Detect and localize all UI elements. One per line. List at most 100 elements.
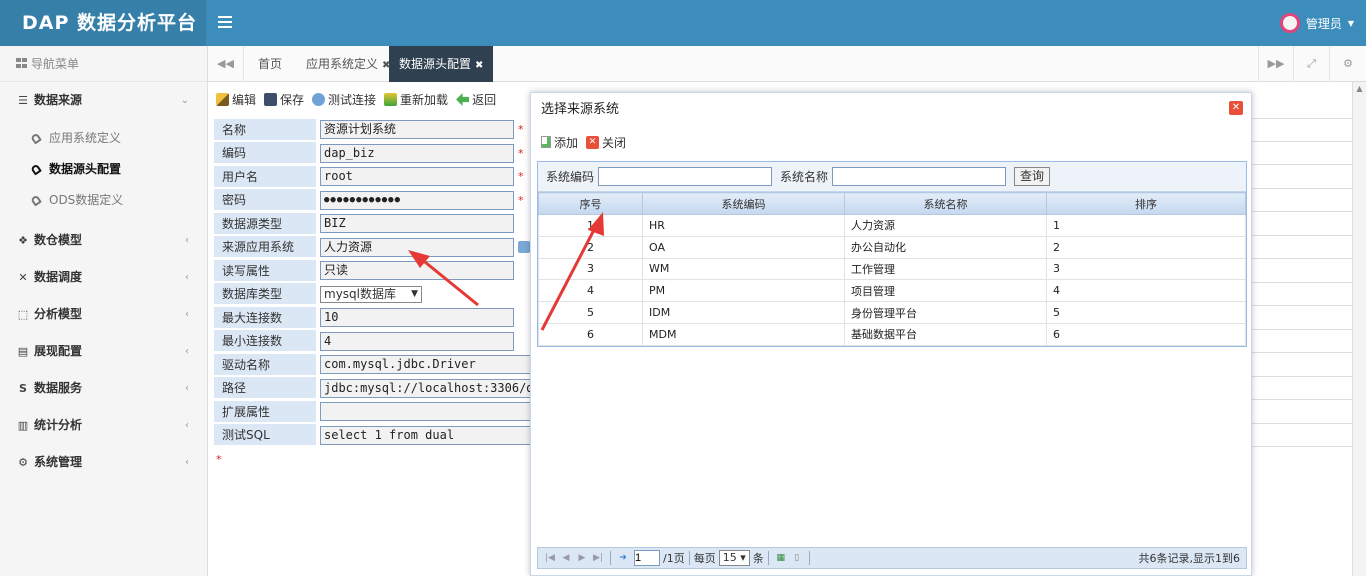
refresh-icon	[312, 93, 326, 106]
field-label: 驱动名称	[214, 353, 316, 376]
tab-app-system[interactable]: 应用系统定义 ✖	[296, 46, 400, 82]
tabs-scroll-right-icon[interactable]: ▶▶	[1258, 46, 1294, 82]
go-arrow-icon[interactable]: ➜	[615, 553, 631, 563]
sidebar-item-statistics[interactable]: ▥ 统计分析 ‹	[0, 407, 207, 444]
select-source-system-dialog: 选择来源系统 ✕ 添加 ✕ 关闭 系统编码 系统名称 查询 序号 系统编码 系统名…	[530, 92, 1252, 576]
sidebar-item-display-config[interactable]: ▤ 展现配置 ‹	[0, 333, 207, 370]
sidebar-item-data-service[interactable]: S 数据服务 ‹	[0, 370, 207, 407]
extension-field[interactable]	[320, 402, 534, 422]
table-row[interactable]: 2 OA 办公自动化 2	[538, 235, 1246, 259]
table-header-row: 序号 系统编码 系统名称 排序	[538, 192, 1246, 215]
user-menu[interactable]: 管理员 ▼	[1279, 0, 1354, 46]
cell-order: 2	[1046, 235, 1246, 259]
chevron-left-icon: ‹	[185, 346, 189, 357]
scrollbar[interactable]: ▲	[1352, 82, 1366, 576]
document-icon[interactable]: ▯	[789, 553, 805, 563]
page-number-input[interactable]	[634, 550, 660, 566]
sidebar-item-analysis-model[interactable]: ⬚ 分析模型 ‹	[0, 296, 207, 333]
table-row[interactable]: 3 WM 工作管理 3	[538, 257, 1246, 281]
form-row-code: 编码 dap_biz *	[214, 142, 544, 166]
dialog-title: 选择来源系统	[541, 102, 620, 117]
column-header[interactable]: 系统编码	[642, 192, 845, 215]
cell-order: 5	[1046, 301, 1246, 324]
close-icon: ✕	[586, 135, 600, 149]
source-system-field[interactable]: 人力资源	[320, 237, 514, 257]
add-button[interactable]: 添加	[541, 134, 578, 151]
fullscreen-icon[interactable]: ⤢	[1294, 46, 1330, 82]
test-connection-button[interactable]: 测试连接	[312, 91, 376, 108]
gear-icon[interactable]: ⚙	[1330, 46, 1366, 82]
read-write-field[interactable]: 只读	[320, 261, 514, 281]
save-button[interactable]: 保存	[264, 91, 304, 108]
db-type-select[interactable]: mysql数据库 ▼	[320, 285, 422, 303]
query-button[interactable]: 查询	[1014, 167, 1051, 186]
table-row[interactable]: 5 IDM 身份管理平台 5	[538, 301, 1246, 324]
chevron-left-icon: ‹	[185, 235, 189, 246]
sidebar-subitem-app-system[interactable]: 应用系统定义	[0, 123, 207, 154]
sidebar-item-warehouse[interactable]: ❖ 数仓模型 ‹	[0, 222, 207, 259]
cell-order: 1	[1046, 214, 1246, 237]
code-field[interactable]: dap_biz	[320, 143, 514, 163]
cell-index: 4	[538, 279, 643, 303]
nav-title: 导航菜单	[31, 57, 80, 71]
back-button[interactable]: 返回	[456, 91, 496, 108]
lookup-icon[interactable]	[518, 241, 530, 254]
system-code-input[interactable]	[598, 167, 773, 186]
password-field[interactable]: ●●●●●●●●●●●●	[320, 190, 514, 210]
column-header[interactable]: 系统名称	[844, 192, 1047, 215]
system-name-input[interactable]	[832, 167, 1007, 186]
driver-field[interactable]: com.mysql.jdbc.Driver	[320, 355, 534, 375]
shuffle-icon: ✕	[18, 271, 28, 284]
sidebar-item-scheduling[interactable]: ✕ 数据调度 ‹	[0, 259, 207, 296]
test-label: 测试连接	[328, 93, 377, 107]
tabs-scroll-left-icon[interactable]: ◀◀	[208, 46, 244, 82]
export-excel-icon[interactable]: ▦	[773, 553, 789, 563]
table-row[interactable]: 6 MDM 基础数据平台 6	[538, 322, 1246, 346]
name-field[interactable]: 资源计划系统	[320, 120, 514, 140]
scroll-up-icon[interactable]: ▲	[1353, 82, 1366, 96]
sidebar-item-data-source[interactable]: ☰ 数据来源 ⌄	[0, 82, 207, 119]
per-page-select[interactable]: 15 ▾	[718, 550, 750, 566]
sidebar-item-system[interactable]: ⚙ 系统管理 ‹	[0, 444, 207, 481]
datasource-type-field[interactable]: BIZ	[320, 214, 514, 234]
table-row[interactable]: 1 HR 人力资源 1	[538, 214, 1246, 237]
test-sql-field[interactable]: select 1 from dual	[320, 425, 534, 445]
first-page-icon[interactable]: |◀	[542, 553, 558, 563]
prev-page-icon[interactable]: ◀	[558, 553, 574, 563]
sidebar-subitem-datasource-config[interactable]: 数据源头配置	[0, 154, 207, 185]
tab-home[interactable]: 首页	[248, 46, 292, 82]
save-label: 保存	[280, 93, 305, 107]
dialog-close-button[interactable]: ✕ 关闭	[586, 134, 626, 151]
next-page-icon[interactable]: ▶	[574, 553, 590, 563]
url-field[interactable]: jdbc:mysql://localhost:3306/dap_b	[320, 378, 534, 398]
nav-header: 导航菜单	[0, 46, 207, 82]
close-icon[interactable]: ✖	[475, 60, 483, 71]
username-field[interactable]: root	[320, 167, 514, 187]
dollar-icon: S	[19, 382, 27, 395]
tag-icon	[30, 194, 42, 207]
sidebar-subitem-ods[interactable]: ODS数据定义	[0, 185, 207, 216]
max-connections-field[interactable]: 10	[320, 308, 514, 328]
column-header[interactable]: 排序	[1046, 192, 1246, 215]
edit-button[interactable]: 编辑	[216, 91, 256, 108]
form-toolbar: 编辑 保存 测试连接 重新加载 返回	[216, 91, 496, 108]
tab-datasource-config[interactable]: 数据源头配置 ✖	[389, 46, 494, 82]
film-icon: ▤	[17, 345, 29, 358]
caret-down-icon: ▼	[1347, 18, 1354, 28]
cell-index: 3	[538, 257, 643, 281]
cell-name: 基础数据平台	[844, 322, 1047, 346]
sidebar: 导航菜单 ☰ 数据来源 ⌄ 应用系统定义 数据源头配置 ODS数据定义 ❖ 数仓模型…	[0, 46, 208, 576]
sidebar-item-label: 数据调度	[34, 270, 83, 284]
table-row[interactable]: 4 PM 项目管理 4	[538, 279, 1246, 303]
close-icon[interactable]: ✕	[1229, 101, 1243, 115]
column-header[interactable]: 序号	[538, 192, 643, 215]
min-connections-field[interactable]: 4	[320, 331, 514, 351]
menu-toggle-icon[interactable]	[218, 13, 232, 31]
per-page-value: 15	[722, 551, 737, 564]
chevron-left-icon: ‹	[185, 383, 189, 394]
reload-button[interactable]: 重新加载	[384, 91, 448, 108]
last-page-icon[interactable]: ▶|	[590, 553, 606, 563]
cell-code: OA	[642, 235, 845, 259]
cubes-icon: ❖	[18, 234, 28, 247]
cell-name: 人力资源	[844, 214, 1047, 237]
